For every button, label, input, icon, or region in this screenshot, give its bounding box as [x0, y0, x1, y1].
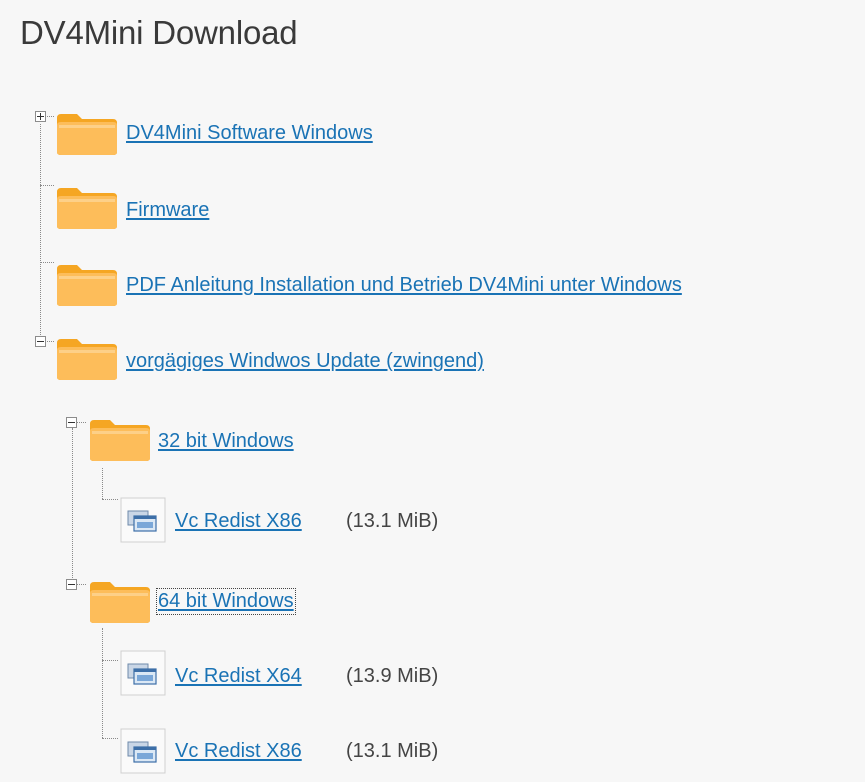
tree-connector: [102, 499, 118, 500]
tree-connector: [102, 660, 118, 661]
folder-icon: [57, 339, 117, 380]
folder-link-firmware[interactable]: Firmware: [126, 199, 209, 222]
installer-file-icon: [120, 650, 166, 696]
file-link-vc-redist-x86-64[interactable]: Vc Redist X86: [175, 740, 302, 763]
expand-toggle[interactable]: [35, 111, 46, 122]
minus-box-icon: [68, 422, 75, 423]
folder-link-dv4mini-software[interactable]: DV4Mini Software Windows: [126, 122, 373, 145]
tree-connector: [40, 185, 54, 186]
page-title: DV4Mini Download: [20, 14, 298, 51]
minus-box-icon: [37, 341, 44, 342]
folder-icon: [57, 265, 117, 306]
file-size: (13.1 MiB): [346, 740, 439, 762]
tree-connector: [102, 738, 118, 739]
tree-connector: [40, 262, 54, 263]
folder-link-pdf-anleitung[interactable]: PDF Anleitung Installation und Betrieb D…: [126, 274, 682, 297]
tree-connector: [72, 428, 73, 578]
folder-link-64bit-windows[interactable]: 64 bit Windows: [156, 588, 296, 615]
tree-connector: [76, 422, 86, 423]
collapse-toggle[interactable]: [35, 336, 46, 347]
folder-icon: [90, 582, 150, 623]
installer-file-icon: [120, 497, 166, 543]
folder-icon: [57, 188, 117, 229]
minus-box-icon: [68, 584, 75, 585]
tree-connector: [76, 584, 86, 585]
download-page: DV4Mini Download DV4Mini Software Window…: [0, 0, 865, 782]
folder-icon: [90, 420, 150, 461]
file-size: (13.9 MiB): [346, 665, 439, 687]
tree-connector: [102, 628, 103, 738]
tree-connector: [102, 468, 103, 499]
folder-icon: [57, 114, 117, 155]
folder-link-32bit-windows[interactable]: 32 bit Windows: [158, 430, 294, 453]
tree-connector: [40, 124, 41, 341]
plus-box-icon-vertical: [40, 113, 41, 120]
file-size: (13.1 MiB): [346, 510, 439, 532]
file-link-vc-redist-x64[interactable]: Vc Redist X64: [175, 665, 302, 688]
file-link-vc-redist-x86-32[interactable]: Vc Redist X86: [175, 510, 302, 533]
installer-file-icon: [120, 728, 166, 774]
collapse-toggle[interactable]: [66, 417, 77, 428]
collapse-toggle[interactable]: [66, 579, 77, 590]
folder-link-windows-update[interactable]: vorgägiges Windwos Update (zwingend): [126, 350, 484, 373]
